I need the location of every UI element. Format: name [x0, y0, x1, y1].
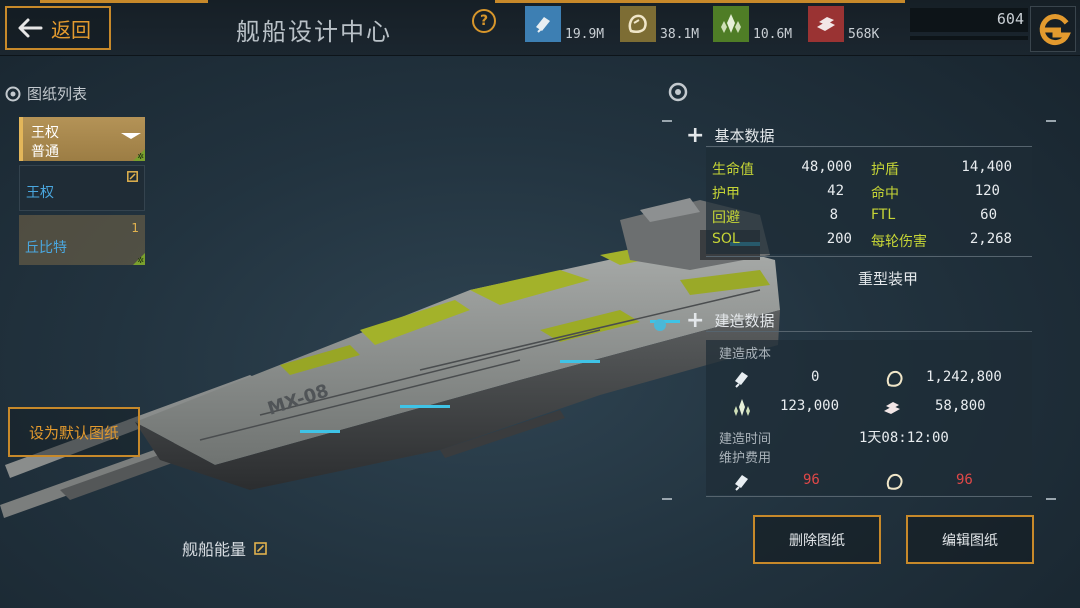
stat-value: 120: [974, 183, 1000, 199]
cost-metal-value: 0: [811, 369, 820, 385]
credits-value: 604: [996, 10, 1024, 28]
cost-alloy-value: 58,800: [935, 398, 986, 414]
help-circle-icon[interactable]: ?: [472, 9, 496, 33]
stat-value: 42: [827, 183, 844, 199]
build-time-value: 1天08:12:00: [859, 430, 949, 446]
build-stats-table: [706, 340, 1032, 495]
stat-label: 护盾: [871, 162, 899, 178]
crystal-cluster-icon: [713, 6, 749, 42]
plus-icon: +: [686, 307, 705, 333]
divider: [706, 256, 1032, 257]
divider: [706, 146, 1032, 147]
build-time-label: 建造时间: [719, 432, 772, 447]
resource-deuterium-value: 10.6M: [753, 27, 793, 42]
stat-label: 回避: [712, 210, 740, 226]
resource-deuterium[interactable]: 10.6M: [713, 2, 792, 42]
blueprint-list-heading: 图纸列表: [5, 83, 87, 104]
stat-value: 48,000: [801, 159, 852, 175]
alloy-stack-icon: [884, 402, 900, 414]
g-coin-icon: [1039, 14, 1071, 46]
stat-value: 2,268: [969, 231, 1012, 247]
upkeep-metal-value: 96: [803, 472, 820, 488]
back-button[interactable]: 返回: [5, 6, 111, 50]
stat-label: 每轮伤害: [871, 234, 927, 250]
blueprint-name: 王权: [31, 125, 59, 141]
build-cost-label: 建造成本: [719, 347, 772, 362]
page-title: 舰船设计中心: [236, 18, 392, 46]
stat-value: 200: [826, 231, 852, 247]
divider: [706, 331, 1032, 332]
stat-value: 60: [980, 207, 997, 223]
crystal-cluster-icon: [734, 399, 750, 416]
edit-icon[interactable]: [254, 541, 267, 555]
delete-blueprint-button[interactable]: 删除图纸: [753, 515, 881, 564]
stat-label: SOL: [712, 231, 740, 247]
panel-corner: [1046, 498, 1056, 500]
upkeep-crystal-value: 96: [956, 472, 973, 488]
divider: [706, 496, 1032, 497]
panel-corner: [662, 498, 672, 500]
cost-deuterium-value: 123,000: [780, 398, 840, 414]
edit-blueprint-button[interactable]: 编辑图纸: [906, 515, 1034, 564]
header-accent-line: [40, 0, 208, 3]
top-bar: 返回 舰船设计中心 ? 19.9M 38.1M 10.6M 568K 604: [0, 0, 1080, 56]
stat-label: 命中: [871, 186, 899, 202]
upkeep-label: 维护费用: [719, 451, 772, 466]
resource-crystal-value: 38.1M: [660, 27, 700, 42]
metal-ingot-icon: [735, 475, 748, 491]
resource-crystal[interactable]: 38.1M: [620, 2, 699, 42]
dropdown-triangle-icon[interactable]: [121, 133, 141, 139]
resource-alloy-value: 568K: [848, 27, 880, 42]
credits-display: 604: [910, 8, 1028, 32]
metal-ingot-icon: [525, 6, 561, 42]
crystal-ore-icon: [886, 473, 903, 490]
build-stats-header[interactable]: + 建造数据: [686, 307, 775, 333]
metal-ingot-icon: [735, 372, 748, 388]
blueprint-list-title: 图纸列表: [27, 85, 88, 103]
blueprint-grade: 普通: [31, 144, 59, 160]
plus-icon: +: [686, 122, 705, 148]
stat-value: 8: [829, 207, 838, 223]
resource-metal[interactable]: 19.9M: [525, 2, 604, 42]
basic-stats-header[interactable]: + 基本数据: [686, 122, 775, 148]
stat-label: 护甲: [712, 186, 740, 202]
swirl-icon: [5, 86, 21, 101]
shop-button[interactable]: [1030, 6, 1076, 52]
cost-crystal-value: 1,242,800: [926, 369, 1002, 385]
stat-label: FTL: [871, 207, 896, 223]
crystal-ore-icon: [620, 6, 656, 42]
blueprint-item-selected[interactable]: 王权 普通 ✲: [19, 117, 145, 161]
armor-type: 重型装甲: [858, 270, 919, 288]
basic-stats-title: 基本数据: [714, 127, 775, 145]
ship-model[interactable]: MX-08: [0, 160, 800, 540]
alloy-stack-icon: [808, 6, 844, 42]
credits-bar: [910, 36, 1028, 40]
set-default-blueprint-button[interactable]: 设为默认图纸: [8, 407, 140, 457]
ship-energy[interactable]: 舰船能量: [182, 536, 267, 560]
build-stats-title: 建造数据: [714, 312, 775, 330]
stat-value: 14,400: [961, 159, 1012, 175]
arrow-left-icon: [18, 18, 43, 38]
panel-corner: [1046, 120, 1056, 122]
resource-alloy[interactable]: 568K: [808, 2, 879, 42]
ship-energy-label: 舰船能量: [182, 540, 247, 559]
rotate-view-icon[interactable]: [668, 82, 688, 102]
panel-corner: [662, 120, 672, 122]
crystal-ore-icon: [886, 370, 903, 387]
back-label: 返回: [51, 17, 91, 42]
resource-metal-value: 19.9M: [565, 27, 605, 42]
stat-label: 生命值: [712, 162, 754, 178]
